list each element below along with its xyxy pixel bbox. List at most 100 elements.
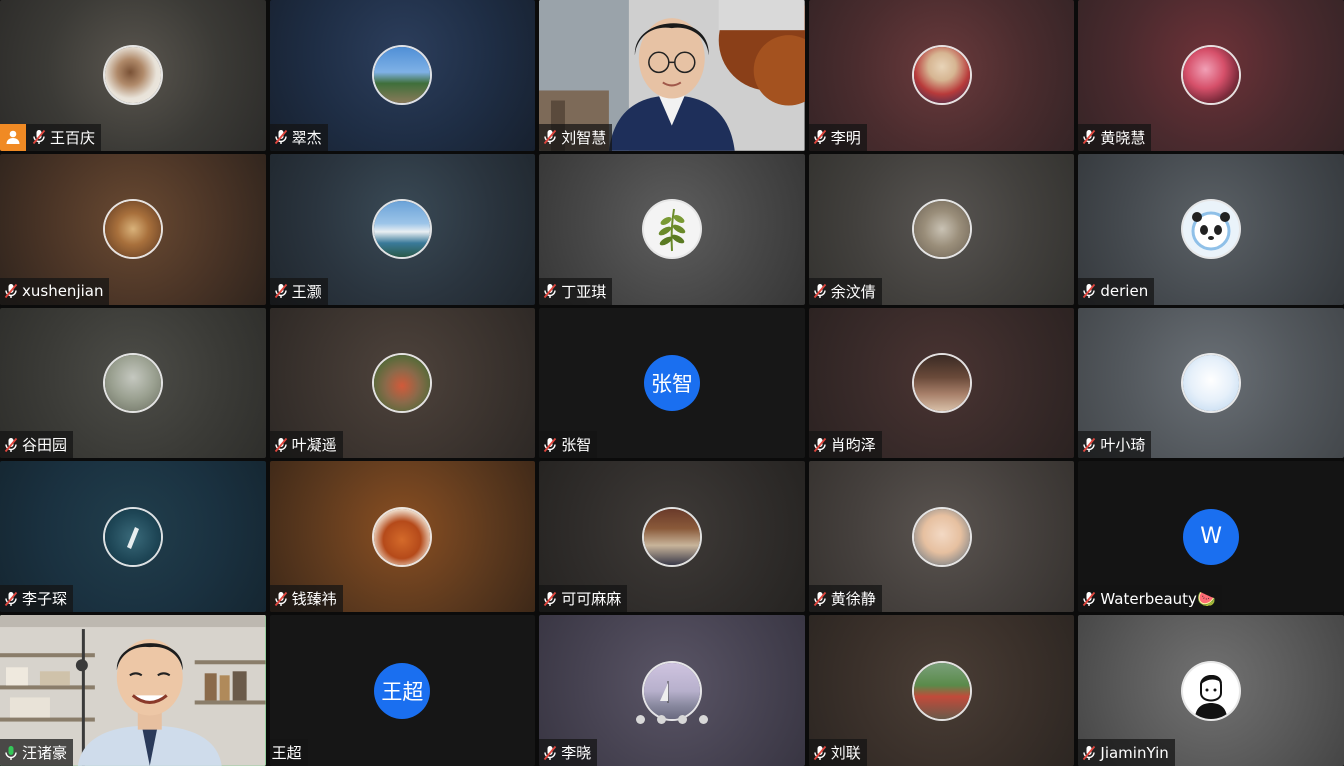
nameplate: 王超 [269, 739, 308, 766]
nameplate: 叶小琦 [1078, 431, 1152, 459]
nameplate: 谷田园 [0, 431, 74, 459]
participant-tile[interactable]: 黄晓慧 [1078, 0, 1344, 151]
participant-tile[interactable]: 肖昀泽 [808, 307, 1075, 459]
nameplate: 钱臻祎 [269, 585, 343, 613]
mic-muted-icon [543, 437, 557, 453]
mic-muted-icon [813, 745, 827, 761]
avatar [374, 354, 431, 411]
nameplate: 张智 [539, 431, 598, 459]
nameplate: xushenjian [0, 277, 110, 305]
participant-tile[interactable]: derien [1078, 153, 1344, 305]
avatar-initials: 王超 [374, 662, 431, 719]
mic-muted-icon [543, 283, 557, 299]
participant-name: 翠杰 [291, 128, 322, 147]
participant-name: 李子琛 [22, 590, 68, 609]
participant-tile[interactable]: 刘联 [808, 615, 1075, 766]
loading-dots [635, 715, 708, 724]
mic-muted-icon [543, 745, 557, 761]
participant-tile[interactable]: 王百庆 [0, 0, 266, 151]
participant-tile[interactable]: 叶凝遥 [269, 307, 536, 459]
avatar [1183, 354, 1240, 411]
participant-tile[interactable]: 余汶倩 [808, 153, 1075, 305]
avatar [913, 201, 970, 258]
mic-muted-icon [274, 437, 288, 453]
avatar [913, 662, 970, 719]
mic-muted-icon [813, 129, 827, 145]
participant-name: derien [1100, 282, 1149, 301]
participant-video-tile-active-speaker[interactable]: 汪诸豪 [0, 615, 266, 766]
participant-name: 刘联 [830, 744, 861, 762]
participant-name: 汪诸豪 [22, 744, 68, 762]
participant-tile[interactable]: 叶小琦 [1078, 307, 1344, 459]
participant-tile[interactable]: JiaminYin [1078, 615, 1344, 766]
mic-muted-icon [1082, 591, 1096, 607]
participant-name: 可可麻麻 [561, 590, 622, 609]
participant-name: 叶凝遥 [291, 436, 337, 455]
participant-tile[interactable]: 张智 张智 [539, 307, 805, 459]
nameplate: 丁亚琪 [539, 277, 613, 305]
mic-muted-icon [543, 591, 557, 607]
avatar [643, 662, 700, 719]
avatar [1183, 201, 1240, 258]
participant-name: 谷田园 [22, 436, 68, 455]
mic-muted-icon [4, 591, 18, 607]
nameplate: Waterbeauty🍉 [1078, 585, 1222, 613]
mic-muted-icon [813, 283, 827, 299]
avatar [913, 47, 970, 104]
nameplate: JiaminYin [1078, 739, 1175, 766]
mic-muted-icon [543, 129, 557, 145]
participant-tile[interactable]: 李晓 [539, 615, 805, 766]
nameplate: 汪诸豪 [0, 739, 74, 766]
participant-name: 张智 [561, 436, 592, 455]
avatar [913, 508, 970, 565]
mic-muted-icon [274, 283, 288, 299]
participant-name: xushenjian [22, 282, 104, 301]
participant-name: 肖昀泽 [830, 436, 876, 455]
participant-name: 叶小琦 [1100, 436, 1146, 455]
participant-tile[interactable]: 丁亚琪 [539, 153, 805, 305]
avatar [104, 201, 161, 258]
participant-tile[interactable]: 王超 王超 [269, 615, 536, 766]
video-grid: 王百庆 翠杰 刘智慧 李明 黄晓慧 xushenjian 王灏 丁亚琪 余汶倩 … [0, 0, 1344, 766]
nameplate: 李子琛 [0, 585, 74, 613]
participant-name: 王百庆 [50, 128, 96, 147]
participant-tile[interactable]: 李明 [808, 0, 1075, 151]
avatar [104, 508, 161, 565]
nameplate: 李明 [808, 123, 867, 151]
participant-name: 丁亚琪 [561, 282, 607, 301]
participant-name: 刘智慧 [561, 128, 607, 147]
participant-tile[interactable]: 李子琛 [0, 461, 266, 613]
participant-video-tile[interactable]: 刘智慧 [539, 0, 805, 151]
avatar-initials: W [1183, 508, 1240, 565]
participant-tile[interactable]: 王灏 [269, 153, 536, 305]
nameplate: 刘联 [808, 739, 867, 766]
participant-tile[interactable]: 黄徐静 [808, 461, 1075, 613]
mic-muted-icon [813, 437, 827, 453]
mic-muted-icon [4, 283, 18, 299]
participant-tile[interactable]: 钱臻祎 [269, 461, 536, 613]
participant-name: 王灏 [291, 282, 322, 301]
participant-tile[interactable]: xushenjian [0, 153, 266, 305]
avatar [913, 354, 970, 411]
participant-name: 余汶倩 [830, 282, 876, 301]
participant-name: 黄徐静 [830, 590, 876, 609]
mic-muted-icon [1082, 283, 1096, 299]
participant-tile[interactable]: 翠杰 [269, 0, 536, 151]
nameplate: 黄晓慧 [1078, 123, 1152, 151]
avatar [643, 508, 700, 565]
mic-muted-icon [1082, 437, 1096, 453]
participant-name: JiaminYin [1100, 743, 1169, 762]
avatar [1183, 662, 1240, 719]
mic-muted-icon [274, 591, 288, 607]
participant-tile[interactable]: 谷田园 [0, 307, 266, 459]
participant-tile[interactable]: W Waterbeauty🍉 [1078, 461, 1344, 613]
participant-name: 王超 [271, 744, 302, 762]
participant-tile[interactable]: 可可麻麻 [539, 461, 805, 613]
nameplate: 肖昀泽 [808, 431, 882, 459]
participant-name: Waterbeauty🍉 [1100, 589, 1216, 608]
mic-muted-icon [1082, 129, 1096, 145]
nameplate: 李晓 [539, 739, 598, 766]
nameplate: derien [1078, 277, 1155, 305]
mic-muted-icon [1082, 745, 1096, 761]
avatar [104, 354, 161, 411]
